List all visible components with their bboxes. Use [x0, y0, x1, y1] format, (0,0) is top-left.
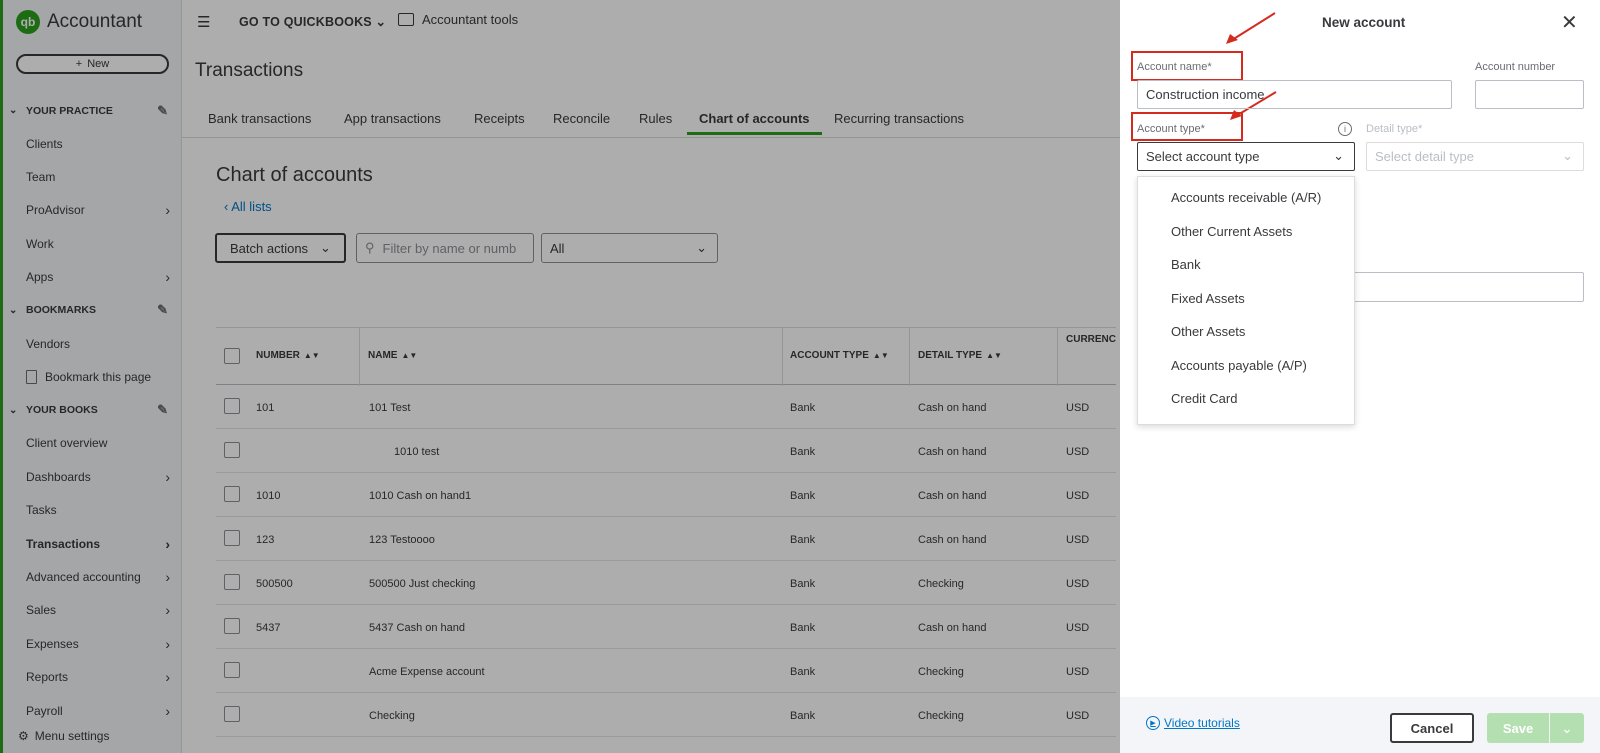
chevron-down-icon: ⌄: [1562, 148, 1573, 163]
play-icon: ▶: [1146, 716, 1160, 730]
dropdown-option[interactable]: Credit Card: [1138, 382, 1354, 416]
dropdown-option[interactable]: Accounts payable (A/P): [1138, 349, 1354, 383]
account-name-input[interactable]: Construction income: [1137, 80, 1452, 109]
detail-type-select[interactable]: Select detail type ⌄: [1366, 142, 1584, 171]
close-icon[interactable]: ✕: [1561, 10, 1578, 35]
dropdown-option[interactable]: Other Assets: [1138, 315, 1354, 349]
modal-backdrop[interactable]: [0, 0, 1120, 753]
account-name-value: Construction income: [1146, 87, 1265, 102]
info-icon[interactable]: i: [1338, 122, 1352, 136]
panel-title: New account: [1322, 15, 1406, 30]
chevron-down-icon: ⌄: [1333, 148, 1344, 163]
cancel-button[interactable]: Cancel: [1390, 713, 1474, 743]
account-type-select[interactable]: Select account type ⌄: [1137, 142, 1355, 171]
account-name-label: Account name*: [1137, 61, 1212, 73]
save-options-chevron-down-icon[interactable]: ⌄: [1550, 713, 1584, 743]
dropdown-option[interactable]: Other Current Assets: [1138, 215, 1354, 249]
description-input[interactable]: [1355, 272, 1584, 302]
dropdown-option[interactable]: Fixed Assets: [1138, 282, 1354, 316]
detail-type-label: Detail type*: [1366, 123, 1423, 135]
account-number-label: Account number: [1475, 61, 1556, 73]
detail-type-placeholder: Select detail type: [1375, 149, 1475, 164]
account-number-input[interactable]: [1475, 80, 1584, 109]
dropdown-option[interactable]: Accounts receivable (A/R): [1138, 181, 1354, 215]
video-tutorials-label: Video tutorials: [1164, 716, 1240, 730]
dropdown-option[interactable]: Other Current Liabilities: [1138, 416, 1354, 425]
new-account-panel: New account ✕ Account name* Construction…: [1120, 0, 1600, 753]
video-tutorials-link[interactable]: ▶ Video tutorials: [1146, 716, 1240, 730]
account-type-label: Account type*: [1137, 123, 1205, 135]
account-type-placeholder: Select account type: [1146, 149, 1260, 164]
account-type-dropdown: Accounts receivable (A/R) Other Current …: [1137, 176, 1355, 425]
annotation-arrow-icon: [1226, 12, 1276, 44]
save-button[interactable]: Save: [1487, 713, 1549, 743]
dropdown-option[interactable]: Bank: [1138, 248, 1354, 282]
